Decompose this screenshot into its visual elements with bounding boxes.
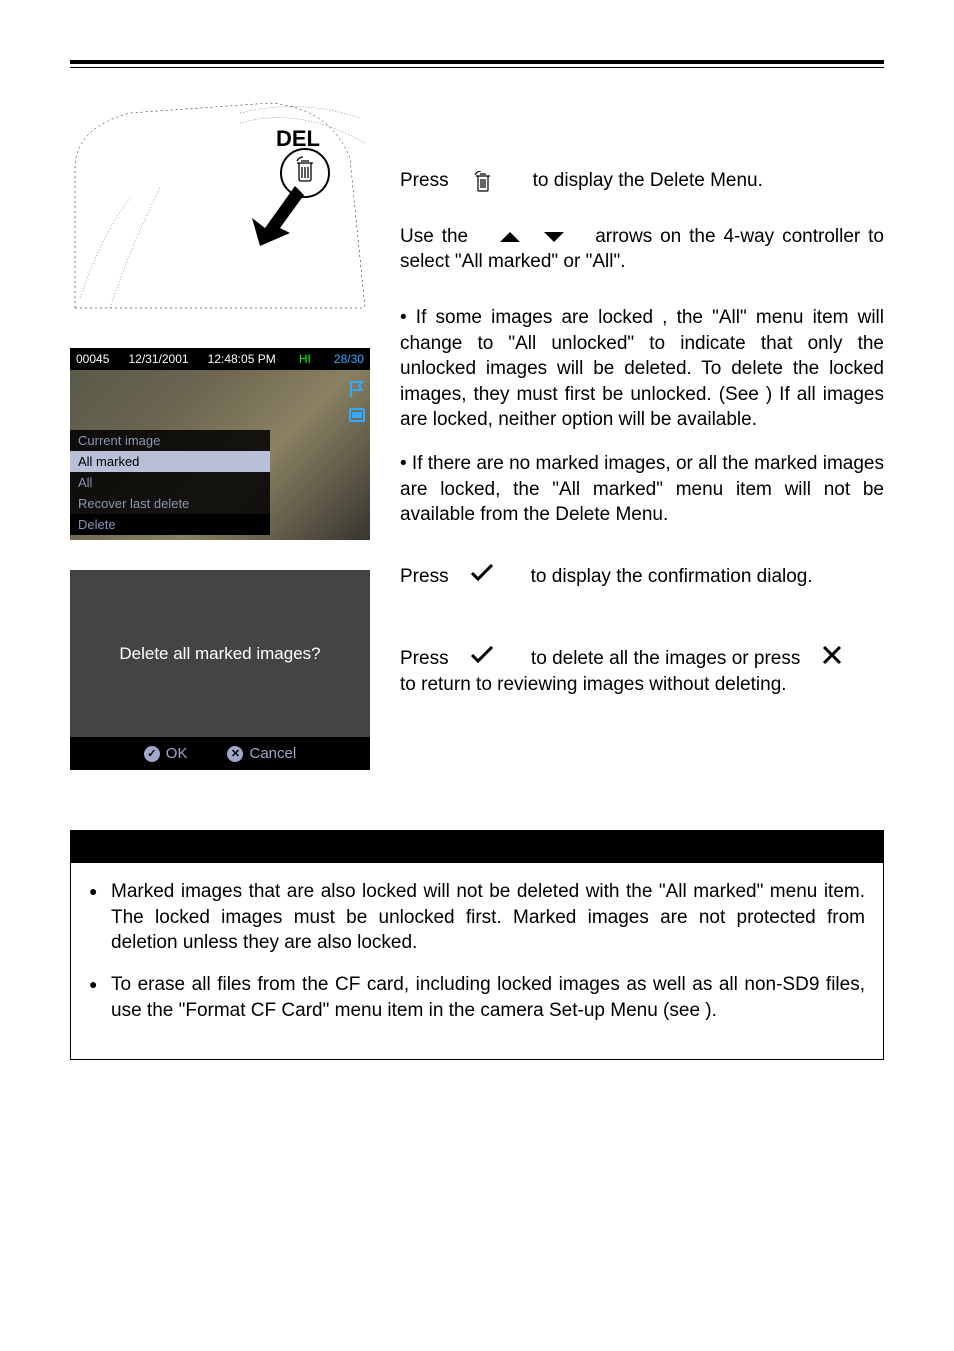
- step4-text-a: Press: [400, 648, 449, 669]
- note-item-2: To erase all files from the CF card, inc…: [89, 972, 865, 1023]
- notes-box: Marked images that are also locked will …: [70, 830, 884, 1060]
- arrow-down-icon: [544, 232, 564, 242]
- image-number: 00045: [76, 352, 109, 366]
- step-4: Press to delete all the images or press …: [400, 645, 884, 698]
- step3-text-b: to display the confirmation dialog.: [531, 566, 813, 587]
- note-no-marked: • If there are no marked images, or all …: [400, 451, 884, 528]
- main-columns: DEL 00045 12/31/2001 12:48:05 PM HI 28/3…: [70, 98, 884, 770]
- page-top-rule: [70, 60, 884, 68]
- menu-item-recover[interactable]: Recover last delete: [70, 493, 270, 514]
- ok-button[interactable]: ✓ OK: [144, 745, 188, 762]
- notes-body: Marked images that are also locked will …: [71, 863, 883, 1059]
- confirm-button-bar: ✓ OK ✕ Cancel: [70, 737, 370, 770]
- arrow-up-icon: [500, 232, 520, 242]
- x-icon: ✕: [227, 746, 243, 762]
- x-icon: [822, 645, 842, 673]
- step-3: Press to display the confirmation dialog…: [400, 564, 884, 590]
- cancel-button[interactable]: ✕ Cancel: [227, 745, 296, 762]
- note-item-1: Marked images that are also locked will …: [89, 879, 865, 956]
- check-icon: ✓: [144, 746, 160, 762]
- step4-text-c: to return to reviewing images without de…: [400, 674, 787, 695]
- camera-screen-delete-menu: 00045 12/31/2001 12:48:05 PM HI 28/30 Cu…: [70, 348, 370, 540]
- step2-text-b: arrows on the 4-way controller to select…: [400, 226, 884, 273]
- notes-header: [71, 831, 883, 863]
- instruction-column: Press to display the Delete Menu. Use th…: [400, 98, 884, 770]
- left-column: DEL 00045 12/31/2001 12:48:05 PM HI 28/3…: [70, 98, 370, 770]
- menu-item-all[interactable]: All: [70, 472, 270, 493]
- check-icon: [470, 564, 494, 590]
- menu-title: Delete: [70, 514, 270, 535]
- step2-text-a: Use the: [400, 226, 468, 247]
- menu-item-all-marked[interactable]: All marked: [70, 451, 270, 472]
- menu-item-current[interactable]: Current image: [70, 430, 270, 451]
- screen-body: Current image All marked All Recover las…: [70, 370, 370, 540]
- note-locked-images: • If some images are locked , the "All" …: [400, 305, 884, 433]
- mark-flag-icon: [348, 380, 366, 398]
- camera-screen-confirm-dialog: Delete all marked images? ✓ OK ✕ Cancel: [70, 570, 370, 770]
- image-date: 12/31/2001: [128, 352, 188, 366]
- quality-indicator: HI: [295, 352, 315, 366]
- ok-label: OK: [166, 745, 188, 762]
- trash-icon: [470, 171, 496, 191]
- status-bar: 00045 12/31/2001 12:48:05 PM HI 28/30: [70, 348, 370, 370]
- step4-text-b: to delete all the images or press: [531, 648, 800, 669]
- cancel-label: Cancel: [249, 745, 296, 762]
- camera-back-illustration: DEL: [70, 98, 370, 318]
- step3-text-a: Press: [400, 566, 449, 587]
- check-icon: [470, 646, 494, 672]
- delete-menu: Current image All marked All Recover las…: [70, 430, 270, 535]
- del-text: DEL: [276, 126, 320, 152]
- step1-text-a: Press: [400, 170, 449, 191]
- step-1: Press to display the Delete Menu.: [400, 168, 884, 194]
- frame-count: 28/30: [334, 352, 364, 366]
- image-time: 12:48:05 PM: [208, 352, 276, 366]
- step-2: Use the arrows on the 4-way controller t…: [400, 224, 884, 275]
- step1-text-b: to display the Delete Menu.: [533, 170, 763, 191]
- confirm-prompt: Delete all marked images?: [70, 570, 370, 737]
- card-icon: [348, 406, 366, 424]
